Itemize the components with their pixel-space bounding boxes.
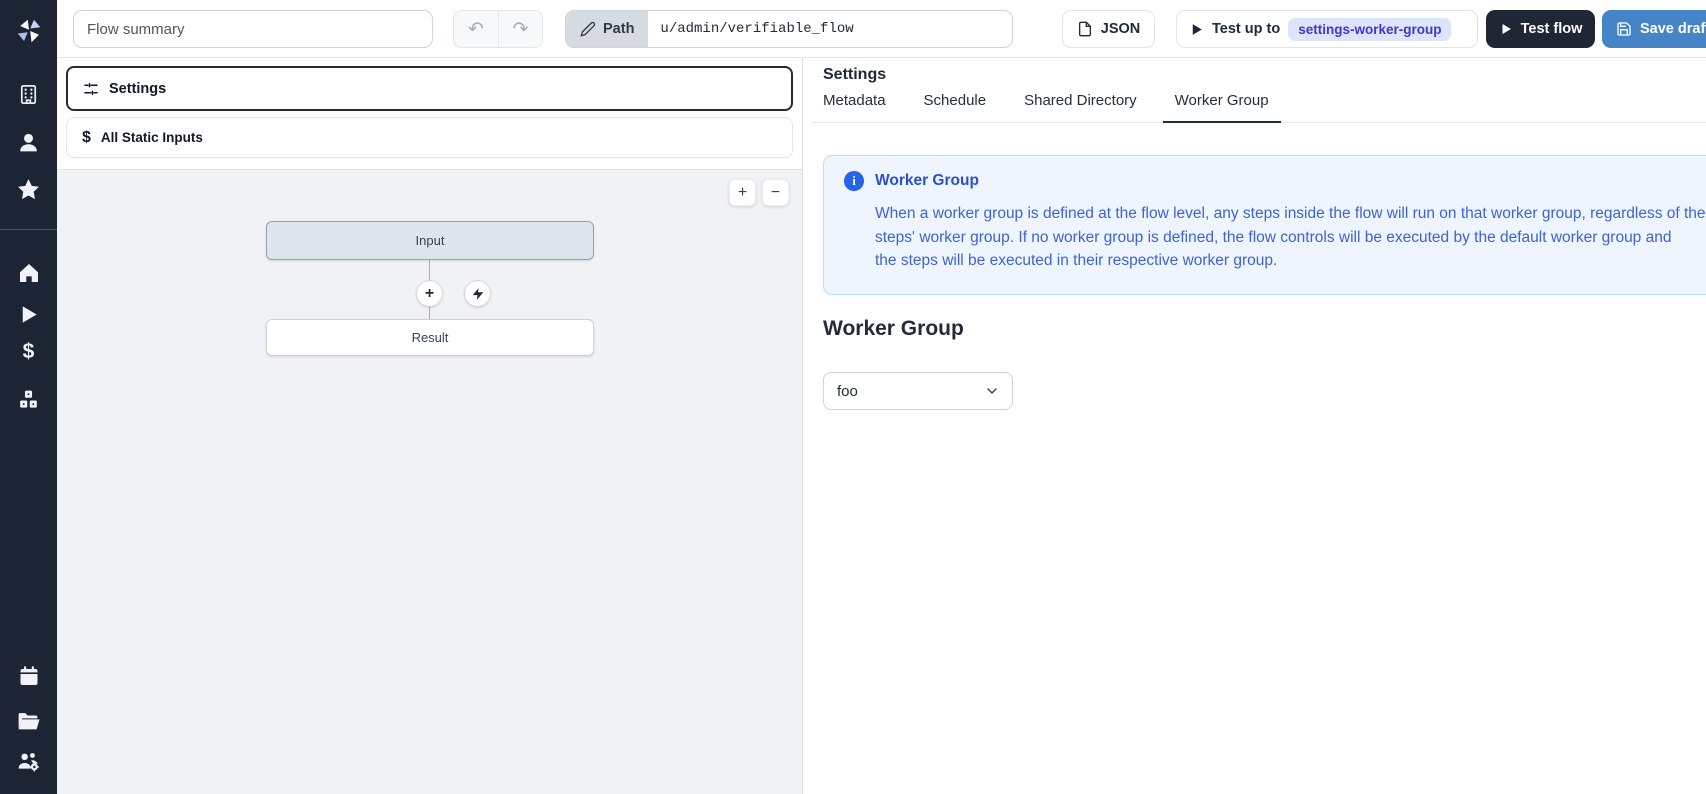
settings-panel: Settings Metadata Schedule Shared Direct…: [802, 58, 1706, 794]
bolt-icon: [471, 287, 485, 301]
info-icon: i: [844, 171, 864, 191]
path-field[interactable]: Path u/admin/verifiable_flow: [565, 10, 1013, 48]
undo-redo-group: ↶ ↷: [453, 10, 543, 48]
variables-dollar-icon[interactable]: $: [0, 341, 57, 362]
tab-shared-directory[interactable]: Shared Directory: [1012, 92, 1149, 123]
info-box-title: Worker Group: [875, 172, 979, 190]
folders-icon[interactable]: [0, 709, 57, 734]
sliders-icon: [82, 80, 100, 98]
info-line: steps' worker group. If no worker group …: [875, 226, 1706, 250]
flow-graph-canvas[interactable]: Input + Result + −: [57, 169, 802, 794]
dollar-icon: $: [82, 129, 91, 147]
workers-users-gear-icon[interactable]: [0, 749, 57, 774]
test-flow-label: Test flow: [1521, 21, 1583, 37]
path-chip[interactable]: Path: [566, 11, 648, 47]
all-static-inputs-button[interactable]: $ All Static Inputs: [66, 117, 793, 158]
flow-settings-label: Settings: [109, 81, 166, 97]
save-draft-button[interactable]: Save draft: [1602, 10, 1706, 48]
input-node[interactable]: Input: [266, 221, 594, 260]
tab-worker-group[interactable]: Worker Group: [1163, 92, 1281, 123]
building-icon[interactable]: [0, 83, 57, 106]
flow-summary-input[interactable]: [73, 10, 433, 48]
topbar: ↶ ↷ Path u/admin/verifiable_flow JSON Te…: [57, 0, 1706, 58]
save-icon: [1616, 21, 1632, 37]
windmill-flow-editor: $: [0, 0, 1706, 794]
schedules-calendar-icon[interactable]: [0, 664, 57, 688]
test-flow-button[interactable]: Test flow: [1486, 10, 1595, 48]
windmill-logo[interactable]: [0, 16, 57, 46]
user-icon[interactable]: [0, 130, 57, 155]
star-icon[interactable]: [0, 177, 57, 202]
save-draft-label: Save draft: [1640, 21, 1706, 37]
zoom-in-button[interactable]: +: [729, 179, 756, 206]
play-outline-icon: [1189, 22, 1204, 37]
trigger-bolt-button[interactable]: [464, 280, 491, 307]
file-json-icon: [1077, 21, 1093, 37]
test-up-to-step-badge[interactable]: settings-worker-group: [1288, 18, 1451, 41]
worker-group-select[interactable]: foo: [823, 372, 1013, 410]
add-step-button[interactable]: +: [416, 280, 443, 307]
resources-boxes-icon[interactable]: [0, 387, 57, 412]
sidebar: $: [0, 0, 57, 794]
home-icon[interactable]: [0, 261, 57, 285]
pencil-icon: [580, 21, 596, 37]
test-up-to-button[interactable]: Test up to settings-worker-group: [1176, 10, 1478, 48]
tab-metadata[interactable]: Metadata: [811, 92, 898, 123]
info-line: When a worker group is defined at the fl…: [875, 202, 1706, 226]
info-box-header: i Worker Group: [844, 171, 1706, 191]
undo-button[interactable]: ↶: [453, 10, 498, 48]
plus-icon: +: [425, 285, 434, 303]
tab-schedule[interactable]: Schedule: [912, 92, 999, 123]
result-node[interactable]: Result: [266, 319, 594, 356]
zoom-out-button[interactable]: −: [762, 179, 789, 206]
all-static-inputs-label: All Static Inputs: [101, 130, 203, 145]
json-button[interactable]: JSON: [1062, 10, 1155, 48]
chevron-down-icon: [984, 383, 1000, 399]
settings-panel-title: Settings: [823, 66, 886, 84]
info-line: the steps will be executed in their resp…: [875, 249, 1706, 273]
sidebar-divider: [0, 229, 57, 230]
flow-panel: Settings $ All Static Inputs Input + Res…: [57, 58, 802, 794]
path-label: Path: [603, 21, 634, 37]
worker-group-select-value: foo: [837, 383, 858, 400]
info-box-body: When a worker group is defined at the fl…: [844, 202, 1706, 273]
settings-tabs: Metadata Schedule Shared Directory Worke…: [811, 92, 1706, 123]
runs-play-icon[interactable]: [0, 303, 57, 326]
test-up-to-label: Test up to: [1212, 21, 1280, 37]
path-value[interactable]: u/admin/verifiable_flow: [648, 11, 1012, 47]
flow-settings-button[interactable]: Settings: [66, 66, 793, 111]
play-filled-icon: [1499, 22, 1513, 36]
worker-group-section-title: Worker Group: [823, 317, 964, 341]
redo-button[interactable]: ↷: [498, 10, 543, 48]
json-button-label: JSON: [1101, 21, 1141, 37]
worker-group-info-box: i Worker Group When a worker group is de…: [823, 155, 1706, 295]
